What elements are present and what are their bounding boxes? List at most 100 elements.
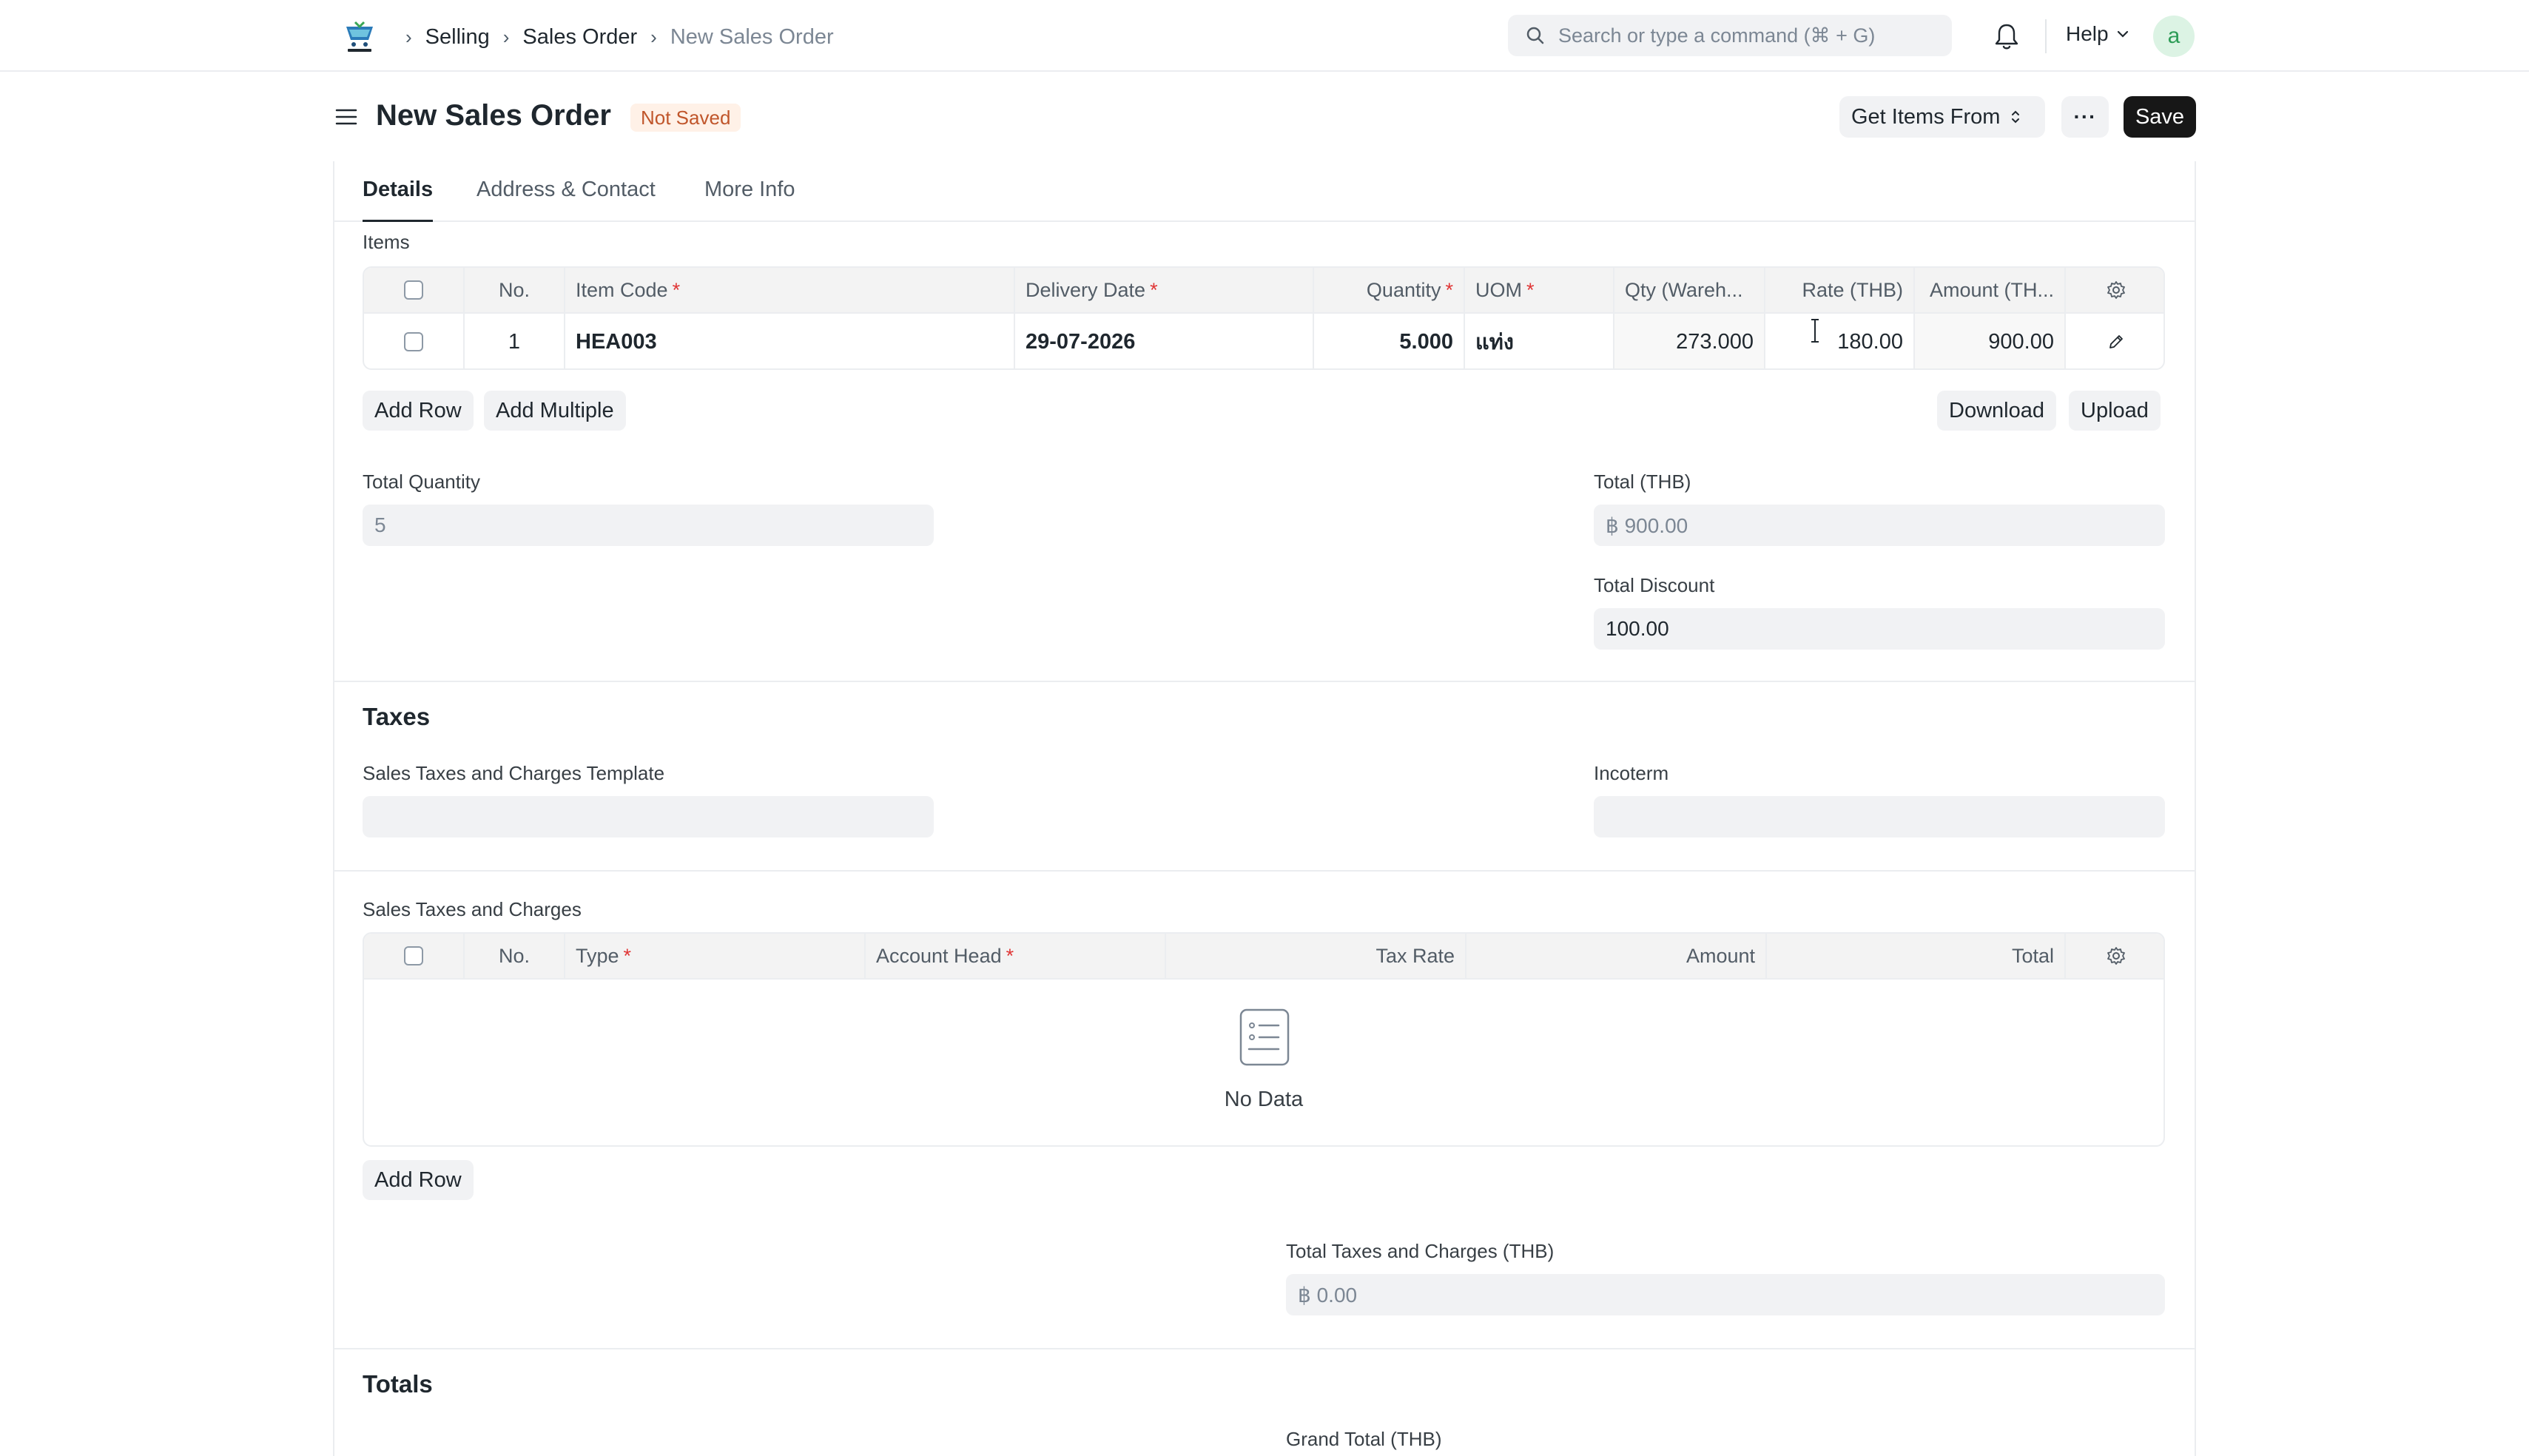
select-arrows-icon (2012, 110, 2020, 124)
row-amount: 900.00 (1915, 314, 2066, 368)
col-quantity: Quantity * (1314, 268, 1465, 312)
incoterm-label: Incoterm (1594, 762, 1669, 784)
row-item-code[interactable]: HEA003 (565, 314, 1015, 368)
breadcrumb: › Selling › Sales Order › New Sales Orde… (405, 22, 834, 52)
taxes-col-amount: Amount (1466, 934, 1767, 978)
required-marker: * (1006, 944, 1014, 967)
taxes-col-account-head: Account Head * (866, 934, 1166, 978)
breadcrumb-sales-order[interactable]: Sales Order (522, 25, 637, 50)
section-divider (334, 870, 2195, 872)
tab-more-info[interactable]: More Info (704, 178, 795, 222)
col-delivery-date-label: Delivery Date (1026, 278, 1146, 301)
row-checkbox[interactable] (404, 332, 423, 351)
select-all-checkbox[interactable] (404, 280, 423, 300)
taxes-col-tax-rate: Tax Rate (1166, 934, 1466, 978)
taxes-section-title: Taxes (363, 703, 431, 730)
taxes-col-type-label: Type (576, 944, 619, 967)
more-actions-button[interactable]: ··· (2061, 96, 2109, 138)
breadcrumb-current: New Sales Order (670, 24, 834, 49)
taxes-col-settings (2066, 934, 2163, 978)
total-discount-field: 100.00 (1594, 608, 2165, 650)
taxes-col-type: Type * (565, 934, 866, 978)
help-label: Help (2066, 22, 2109, 45)
chevron-right-icon: › (502, 25, 510, 48)
search-icon (1526, 27, 1544, 44)
required-marker: * (623, 944, 632, 967)
row-delivery-date[interactable]: 29-07-2026 (1015, 314, 1314, 368)
col-no: No. (465, 268, 565, 312)
get-items-from-button[interactable]: Get Items From (1839, 96, 2045, 138)
text-cursor-icon (1811, 319, 1819, 343)
row-checkbox-cell (364, 314, 465, 368)
chevron-right-icon: › (650, 25, 657, 48)
total-taxes-field: ฿ 0.00 (1286, 1274, 2165, 1315)
gear-icon[interactable] (2106, 280, 2126, 300)
required-marker: * (1445, 278, 1453, 301)
download-button[interactable]: Download (1937, 391, 2056, 431)
required-marker: * (1150, 278, 1158, 301)
taxes-template-label: Sales Taxes and Charges Template (363, 762, 665, 784)
add-multiple-button[interactable]: Add Multiple (484, 391, 626, 431)
row-uom[interactable]: แท่ง (1465, 314, 1614, 368)
taxes-col-total: Total (1767, 934, 2066, 978)
add-row-button[interactable]: Add Row (363, 391, 474, 431)
items-table: No. Item Code * Delivery Date * Quantity * … (363, 266, 2165, 370)
taxes-select-all-checkbox[interactable] (404, 946, 423, 965)
edit-pencil-icon[interactable] (2107, 333, 2125, 351)
select-all-checkbox-cell (364, 268, 465, 312)
sidebar-toggle-icon[interactable] (334, 105, 358, 129)
search-input[interactable]: Search or type a command (⌘ + G) (1508, 15, 1952, 56)
sales-taxes-label: Sales Taxes and Charges (363, 898, 582, 920)
col-uom: UOM * (1465, 268, 1614, 312)
section-divider (334, 1348, 2195, 1349)
col-rate: Rate (THB) (1765, 268, 1915, 312)
grand-total-label: Grand Total (THB) (1286, 1428, 1442, 1450)
upload-button[interactable]: Upload (2069, 391, 2161, 431)
total-thb-label: Total (THB) (1594, 471, 1691, 493)
taxes-add-row-button[interactable]: Add Row (363, 1160, 474, 1200)
items-table-header: No. Item Code * Delivery Date * Quantity * … (364, 268, 2163, 314)
avatar[interactable]: a (2153, 16, 2195, 57)
tab-address-contact[interactable]: Address & Contact (476, 178, 656, 222)
total-thb-field: ฿ 900.00 (1594, 505, 2165, 546)
chevron-right-icon: › (405, 25, 412, 48)
taxes-template-input[interactable] (363, 796, 934, 837)
notification-bell-icon[interactable] (1992, 21, 2021, 52)
no-data-label: No Data (1224, 1088, 1304, 1111)
no-data-state: No Data (364, 980, 2163, 1144)
row-qty-warehouse: 273.000 (1614, 314, 1765, 368)
taxes-col-no: No. (465, 934, 565, 978)
form-tabs: Details Address & Contact More Info (334, 161, 2195, 222)
status-badge: Not Saved (630, 104, 741, 132)
col-delivery-date: Delivery Date * (1015, 268, 1314, 312)
form-card: Details Address & Contact More Info Item… (333, 161, 2196, 1456)
taxes-select-all-cell (364, 934, 465, 978)
taxes-table-header: No. Type * Account Head * Tax Rate Amount … (364, 934, 2163, 980)
chevron-down-icon (2117, 30, 2128, 38)
save-button[interactable]: Save (2124, 96, 2196, 138)
get-items-from-label: Get Items From (1851, 104, 2001, 129)
gear-icon[interactable] (2106, 946, 2126, 966)
breadcrumb-selling[interactable]: Selling (425, 25, 490, 50)
col-qty-warehouse: Qty (Wareh... (1614, 268, 1765, 312)
col-amount: Amount (TH... (1915, 268, 2066, 312)
row-quantity[interactable]: 5.000 (1314, 314, 1465, 368)
col-settings (2066, 268, 2163, 312)
total-quantity-field: 5 (363, 505, 934, 546)
totals-section-title: Totals (363, 1370, 433, 1398)
section-divider (334, 681, 2195, 682)
total-taxes-label: Total Taxes and Charges (THB) (1286, 1240, 1555, 1262)
empty-list-icon (1239, 1008, 1290, 1066)
table-row[interactable]: 1 HEA003 29-07-2026 5.000 แท่ง 273.000 1… (364, 314, 2163, 368)
top-navbar: › Selling › Sales Order › New Sales Orde… (0, 0, 2529, 72)
row-rate[interactable]: 180.00 (1765, 314, 1915, 368)
row-no: 1 (465, 314, 565, 368)
required-marker: * (1526, 278, 1535, 301)
page-title: New Sales Order (376, 99, 611, 132)
app-logo-icon[interactable] (340, 18, 379, 56)
incoterm-input[interactable] (1594, 796, 2165, 837)
tab-details[interactable]: Details (363, 178, 434, 222)
search-placeholder: Search or type a command (⌘ + G) (1558, 24, 1876, 47)
help-dropdown[interactable]: Help (2066, 22, 2129, 46)
row-edit-cell (2066, 314, 2163, 368)
